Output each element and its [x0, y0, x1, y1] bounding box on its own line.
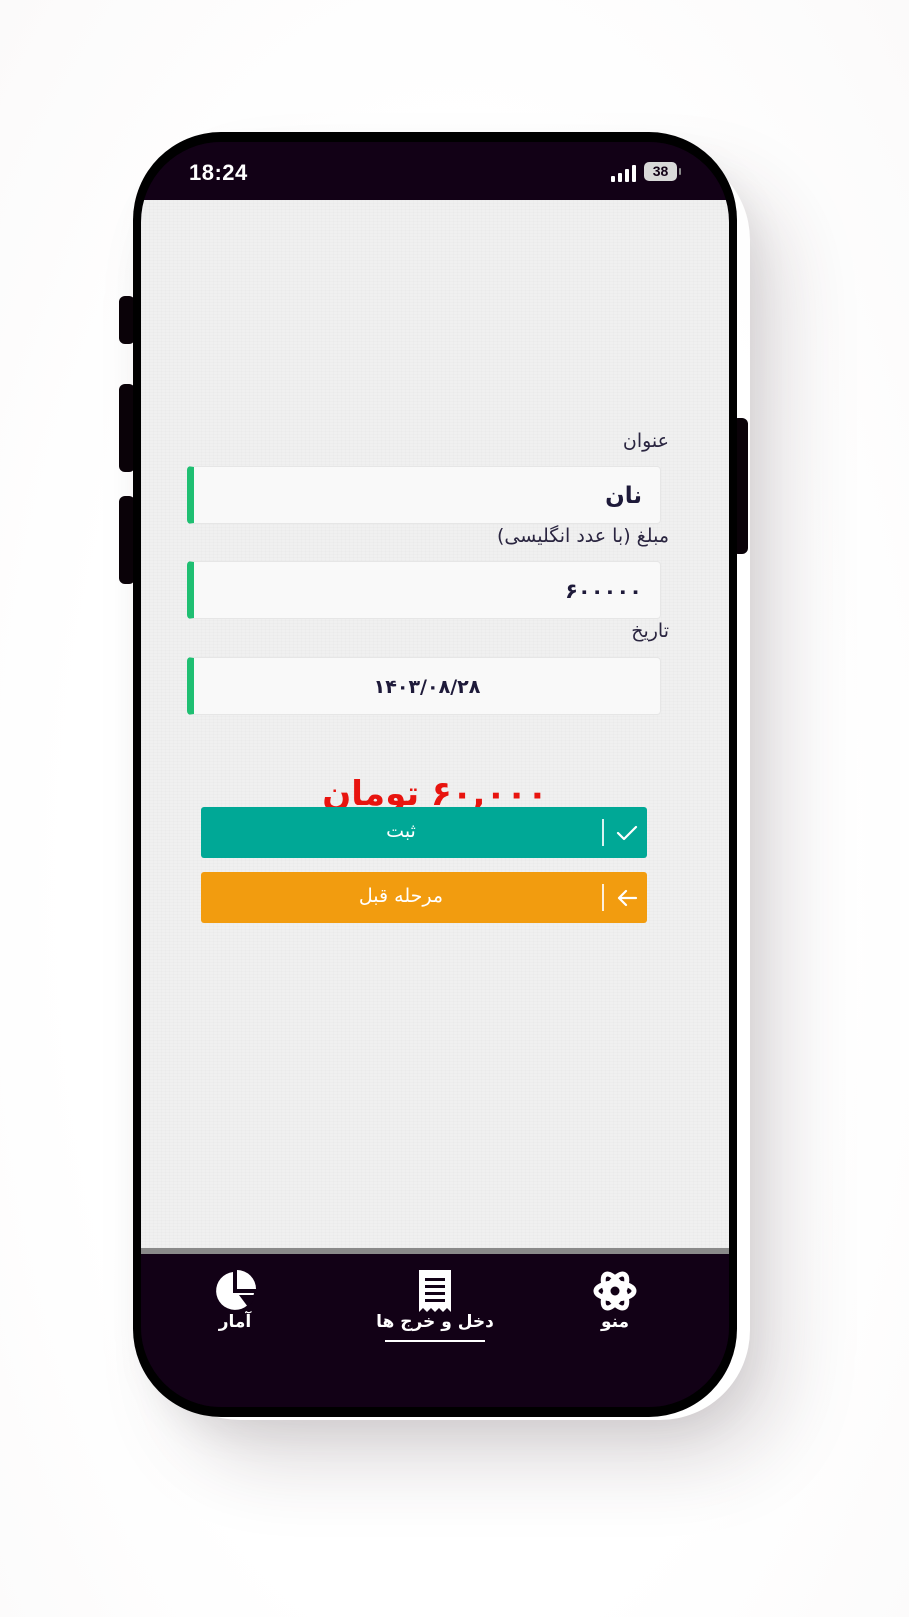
check-icon: [609, 807, 645, 858]
nav-label-transactions: دخل و خرج ها: [376, 1312, 494, 1332]
phone-frame: 18:24 38 عنوان نان مبلغ (با عدد انگلیسی)…: [133, 132, 737, 1417]
screenshot-stage: 18:24 38 عنوان نان مبلغ (با عدد انگلیسی)…: [0, 0, 909, 1617]
button-divider: [602, 819, 604, 846]
date-label: تاریخ: [631, 620, 669, 642]
nav-item-transactions[interactable]: دخل و خرج ها: [362, 1254, 508, 1344]
status-bar: 18:24 38: [141, 142, 729, 200]
date-value: ۱۴۰۳/۰۸/۲۸: [373, 676, 481, 698]
signal-icon: [611, 164, 637, 182]
receipt-icon: [412, 1268, 458, 1314]
nav-item-stats[interactable]: آمار: [170, 1254, 300, 1344]
button-divider: [602, 884, 604, 911]
arrow-left-icon: [609, 872, 645, 923]
pie-chart-icon: [212, 1268, 258, 1314]
nav-item-menu[interactable]: منو: [550, 1254, 680, 1344]
main-content: عنوان نان مبلغ (با عدد انگلیسی) ۶۰۰۰۰۰ ت…: [141, 200, 729, 1248]
amount-value: ۶۰۰۰۰۰: [565, 579, 642, 603]
gear-icon: [592, 1268, 638, 1314]
previous-step-button[interactable]: مرحله قبل: [201, 872, 647, 923]
submit-button-label: ثبت: [386, 820, 416, 842]
title-field[interactable]: نان: [187, 466, 661, 524]
amount-label: مبلغ (با عدد انگلیسی): [497, 525, 669, 547]
status-time: 18:24: [189, 160, 248, 185]
battery-icon: 38: [644, 162, 681, 181]
previous-step-button-label: مرحله قبل: [358, 885, 444, 907]
amount-field[interactable]: ۶۰۰۰۰۰: [187, 561, 661, 619]
active-tab-indicator: [385, 1340, 485, 1342]
title-label: عنوان: [622, 430, 669, 452]
date-field[interactable]: ۱۴۰۳/۰۸/۲۸: [187, 657, 661, 715]
nav-label-menu: منو: [600, 1312, 630, 1332]
phone-screen: 18:24 38 عنوان نان مبلغ (با عدد انگلیسی)…: [141, 142, 729, 1407]
submit-button[interactable]: ثبت: [201, 807, 647, 858]
bottom-navigation: آمار دخل و خرج ها منو: [141, 1254, 729, 1407]
title-value: نان: [605, 483, 642, 509]
nav-label-stats: آمار: [218, 1312, 252, 1332]
